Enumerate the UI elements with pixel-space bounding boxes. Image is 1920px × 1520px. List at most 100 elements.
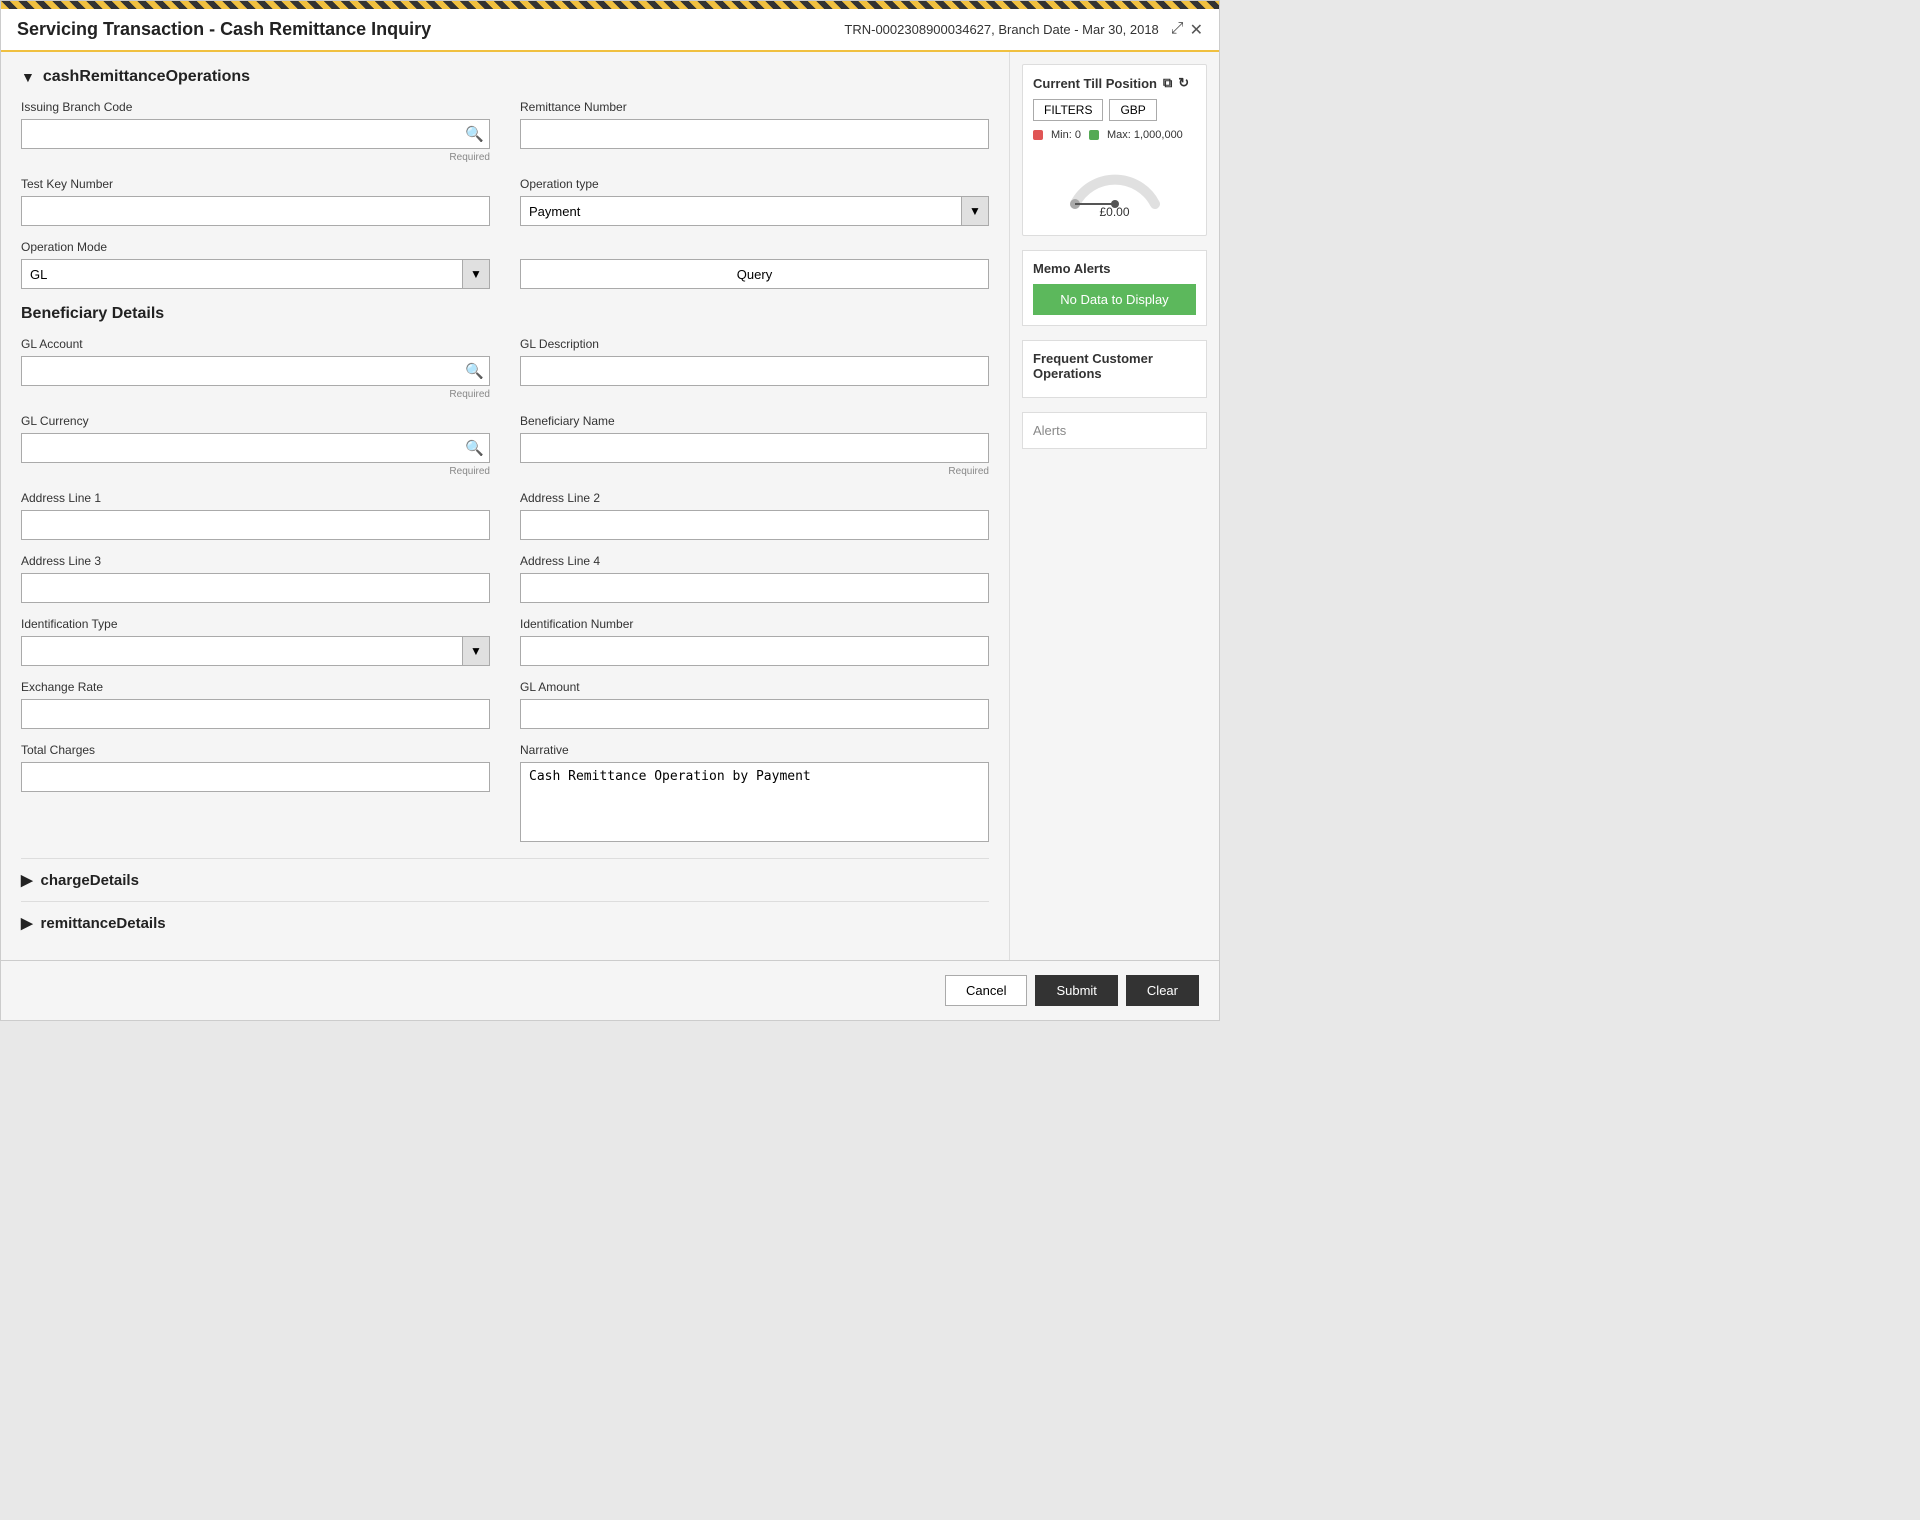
window-controls: ⤢ ✕ <box>1171 20 1203 40</box>
gl-account-required: Required <box>21 389 490 400</box>
address-line3-group: Address Line 3 <box>21 554 490 603</box>
gl-account-group: GL Account 🔍 Required <box>21 337 490 400</box>
close-icon[interactable]: ✕ <box>1190 20 1203 40</box>
alerts-box: Alerts <box>1022 412 1207 449</box>
footer-buttons: Cancel Submit Clear <box>1 960 1219 1020</box>
gl-currency-input[interactable] <box>21 433 490 463</box>
beneficiary-name-required: Required <box>520 466 989 477</box>
collapse-arrow-icon: ▼ <box>21 69 35 85</box>
identification-type-select[interactable]: Passport ID Card Driver License <box>21 636 490 666</box>
alerts-title: Alerts <box>1033 423 1196 438</box>
charge-details-arrow-icon: ▶ <box>21 871 33 889</box>
gl-account-label: GL Account <box>21 337 490 351</box>
test-key-number-group: Test Key Number <box>21 177 490 226</box>
exchange-rate-label: Exchange Rate <box>21 680 490 694</box>
gbp-button[interactable]: GBP <box>1109 99 1156 121</box>
title-bar-right: TRN-0002308900034627, Branch Date - Mar … <box>844 20 1203 40</box>
beneficiary-details-title: Beneficiary Details <box>21 305 989 323</box>
identification-number-input[interactable] <box>520 636 989 666</box>
query-button[interactable]: Query <box>520 259 989 289</box>
address-line4-group: Address Line 4 <box>520 554 989 603</box>
remittance-details-arrow-icon: ▶ <box>21 914 33 932</box>
gl-amount-input[interactable] <box>520 699 989 729</box>
memo-alerts-box: Memo Alerts No Data to Display <box>1022 250 1207 326</box>
main-window: Servicing Transaction - Cash Remittance … <box>0 0 1220 1021</box>
gauge-container: £0.00 <box>1033 149 1196 219</box>
min-dot-icon <box>1033 130 1043 140</box>
remittance-details-row[interactable]: ▶ remittanceDetails <box>21 901 989 944</box>
min-label: Min: 0 <box>1051 129 1081 141</box>
clear-button[interactable]: Clear <box>1126 975 1199 1006</box>
beneficiary-form-grid: GL Account 🔍 Required GL Description GL … <box>21 337 989 842</box>
gl-account-search-icon[interactable]: 🔍 <box>465 362 484 380</box>
current-till-position-box: Current Till Position ⧉ ↻ FILTERS GBP Mi… <box>1022 64 1207 236</box>
address-line4-label: Address Line 4 <box>520 554 989 568</box>
total-charges-input[interactable] <box>21 762 490 792</box>
cash-remittance-form-grid: Issuing Branch Code 🔍 Required Remittanc… <box>21 100 989 289</box>
gl-amount-group: GL Amount <box>520 680 989 729</box>
min-max-row: Min: 0 Max: 1,000,000 <box>1033 129 1196 141</box>
current-till-title: Current Till Position ⧉ ↻ <box>1033 75 1196 91</box>
test-key-number-input[interactable] <box>21 196 490 226</box>
charge-details-label: chargeDetails <box>41 872 139 889</box>
operation-mode-label: Operation Mode <box>21 240 490 254</box>
window-title: Servicing Transaction - Cash Remittance … <box>17 19 431 40</box>
expand-icon[interactable]: ⤢ <box>1171 20 1184 40</box>
stripe-decoration <box>1 1 1219 9</box>
memo-alerts-title: Memo Alerts <box>1033 261 1196 276</box>
gl-description-input[interactable] <box>520 356 989 386</box>
gl-description-group: GL Description <box>520 337 989 400</box>
filters-button[interactable]: FILTERS <box>1033 99 1103 121</box>
address-line2-input[interactable] <box>520 510 989 540</box>
address-line2-group: Address Line 2 <box>520 491 989 540</box>
cash-remittance-section-title: cashRemittanceOperations <box>43 68 250 86</box>
address-line2-label: Address Line 2 <box>520 491 989 505</box>
cancel-button[interactable]: Cancel <box>945 975 1027 1006</box>
remittance-number-group: Remittance Number <box>520 100 989 163</box>
total-charges-group: Total Charges <box>21 743 490 842</box>
remittance-number-input[interactable] <box>520 119 989 149</box>
identification-type-select-wrapper: Passport ID Card Driver License ▼ <box>21 636 490 666</box>
cash-remittance-section-header[interactable]: ▼ cashRemittanceOperations <box>21 68 989 86</box>
charge-details-row[interactable]: ▶ chargeDetails <box>21 858 989 901</box>
operation-type-select[interactable]: Payment Receipt Transfer <box>520 196 989 226</box>
operation-type-label: Operation type <box>520 177 989 191</box>
filter-icon[interactable]: ⧉ <box>1163 75 1172 91</box>
narrative-textarea[interactable]: Cash Remittance Operation by Payment <box>520 762 989 842</box>
operation-mode-select[interactable]: GL Account Cash <box>21 259 490 289</box>
filters-row: FILTERS GBP <box>1033 99 1196 121</box>
gl-currency-required: Required <box>21 466 490 477</box>
gl-account-input[interactable] <box>21 356 490 386</box>
sidebar: Current Till Position ⧉ ↻ FILTERS GBP Mi… <box>1009 52 1219 960</box>
identification-type-group: Identification Type Passport ID Card Dri… <box>21 617 490 666</box>
gauge-value: £0.00 <box>1099 205 1129 219</box>
beneficiary-name-input[interactable] <box>520 433 989 463</box>
refresh-icon[interactable]: ↻ <box>1178 75 1189 91</box>
address-line3-label: Address Line 3 <box>21 554 490 568</box>
identification-type-label: Identification Type <box>21 617 490 631</box>
issuing-branch-code-input[interactable] <box>21 119 490 149</box>
operation-mode-select-wrapper: GL Account Cash ▼ <box>21 259 490 289</box>
remittance-details-label: remittanceDetails <box>41 915 166 932</box>
test-key-number-label: Test Key Number <box>21 177 490 191</box>
narrative-label: Narrative <box>520 743 989 757</box>
gl-account-input-wrapper: 🔍 <box>21 356 490 386</box>
address-line3-input[interactable] <box>21 573 490 603</box>
beneficiary-name-label: Beneficiary Name <box>520 414 989 428</box>
address-line1-label: Address Line 1 <box>21 491 490 505</box>
remittance-number-label: Remittance Number <box>520 100 989 114</box>
frequent-ops-title: Frequent Customer Operations <box>1033 351 1196 381</box>
gl-amount-label: GL Amount <box>520 680 989 694</box>
issuing-branch-code-group: Issuing Branch Code 🔍 Required <box>21 100 490 163</box>
submit-button[interactable]: Submit <box>1035 975 1117 1006</box>
issuing-branch-code-search-icon[interactable]: 🔍 <box>465 125 484 143</box>
issuing-branch-code-label: Issuing Branch Code <box>21 100 490 114</box>
issuing-branch-code-input-wrapper: 🔍 <box>21 119 490 149</box>
address-line4-input[interactable] <box>520 573 989 603</box>
operation-type-group: Operation type Payment Receipt Transfer … <box>520 177 989 226</box>
gl-currency-search-icon[interactable]: 🔍 <box>465 439 484 457</box>
max-label: Max: 1,000,000 <box>1107 129 1183 141</box>
current-till-title-text: Current Till Position <box>1033 76 1157 91</box>
address-line1-input[interactable] <box>21 510 490 540</box>
exchange-rate-input[interactable] <box>21 699 490 729</box>
